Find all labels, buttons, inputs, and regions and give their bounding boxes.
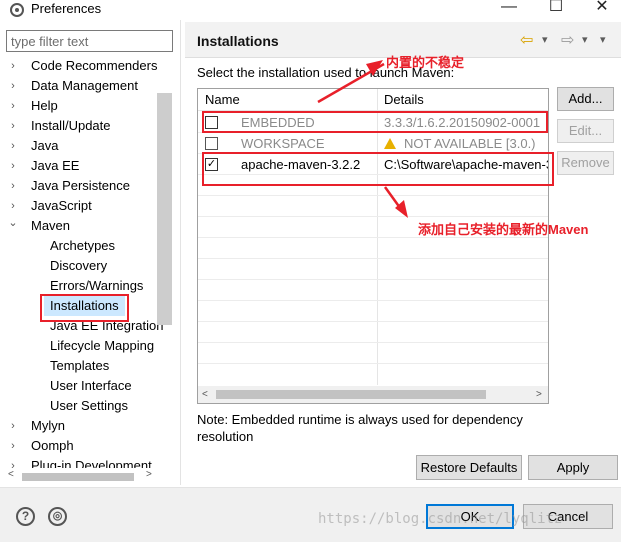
tree-item-label: Errors/Warnings <box>50 278 144 293</box>
chevron-right-icon[interactable]: › <box>8 456 18 468</box>
import-export-icon[interactable]: ◎ <box>48 507 67 526</box>
view-menu-icon[interactable]: ▾ <box>600 33 606 46</box>
title-bar: Preferences — ☐ ✕ <box>0 0 621 20</box>
scroll-thumb[interactable] <box>22 473 134 481</box>
installations-highlight-box <box>40 294 129 322</box>
installations-table: Name Details EMBEDDED 3.3.3/1.6.2.201509… <box>197 88 549 404</box>
chevron-down-icon[interactable]: ⌄ <box>8 213 18 233</box>
back-arrow-icon[interactable]: ⇦ <box>520 30 533 50</box>
tree-item-label: Lifecycle Mapping <box>50 338 155 353</box>
scroll-right-arrow-icon[interactable]: > <box>146 469 152 480</box>
minimize-button[interactable]: — <box>486 0 532 19</box>
tree-item-errors-warnings[interactable]: Errors/Warnings <box>50 276 143 296</box>
scroll-left-arrow-icon[interactable]: < <box>202 386 208 403</box>
table-row-empty <box>198 259 548 280</box>
table-row-empty <box>198 301 548 322</box>
tree-vertical-scrollbar[interactable] <box>157 93 172 325</box>
help-icon[interactable]: ? <box>16 507 35 526</box>
tree-item-user-interface[interactable]: User Interface <box>50 376 132 396</box>
tree-item-lifecycle-mapping[interactable]: Lifecycle Mapping <box>50 336 154 356</box>
scroll-left-arrow-icon[interactable]: < <box>8 469 14 480</box>
watermark-url: https://blog.csdn.net/lyqlitz <box>318 511 563 527</box>
chevron-right-icon[interactable]: › <box>8 136 18 156</box>
tree-item-label: Java <box>31 138 59 153</box>
tree-item-label: Archetypes <box>50 238 116 253</box>
edit-button[interactable]: Edit... <box>557 119 614 143</box>
chevron-right-icon[interactable]: › <box>8 116 18 136</box>
preference-tree: › Code Recommenders › Data Management › Hel… <box>6 56 173 468</box>
close-button[interactable]: ✕ <box>579 0 621 19</box>
page-title: Installations <box>197 33 279 49</box>
pane-divider[interactable] <box>180 20 181 485</box>
tree-horizontal-scrollbar[interactable]: < > <box>6 469 173 485</box>
chevron-right-icon[interactable]: › <box>8 436 18 456</box>
back-menu-chevron-icon[interactable]: ▾ <box>542 33 548 46</box>
window-title: Preferences <box>31 1 102 16</box>
table-row-empty <box>198 280 548 301</box>
chevron-right-icon[interactable]: › <box>8 156 18 176</box>
tree-item-label: Mylyn <box>31 418 65 433</box>
annotation-added-maven: 添加自己安装的最新的Maven <box>418 222 589 237</box>
row-details: NOT AVAILABLE [3.0.) <box>404 136 536 151</box>
eclipse-app-icon <box>10 3 24 17</box>
tree-item-label: Java Persistence <box>31 178 130 193</box>
tree-item-label: Data Management <box>31 78 138 93</box>
table-row-empty <box>198 343 548 364</box>
apply-button[interactable]: Apply <box>528 455 618 480</box>
row-checkbox[interactable] <box>205 137 218 150</box>
table-row-workspace[interactable]: WORKSPACE NOT AVAILABLE [3.0.) <box>198 133 548 154</box>
tree-item-user-settings[interactable]: User Settings <box>50 396 128 416</box>
chevron-right-icon[interactable]: › <box>8 416 18 436</box>
tree-item-label: Maven <box>31 218 71 233</box>
table-horizontal-scrollbar[interactable]: < > <box>198 386 548 403</box>
forward-arrow-icon[interactable]: ⇨ <box>561 30 574 50</box>
warning-icon <box>384 138 396 149</box>
forward-menu-chevron-icon[interactable]: ▾ <box>582 33 588 46</box>
table-row-empty <box>198 322 548 343</box>
restore-defaults-button[interactable]: Restore Defaults <box>416 455 522 480</box>
maximize-button[interactable]: ☐ <box>533 0 579 19</box>
tree-item-templates[interactable]: Templates <box>50 356 109 376</box>
apache-maven-highlight-box <box>202 152 554 186</box>
tree-item-label: Code Recommenders <box>31 58 158 73</box>
tree-item-label: Discovery <box>50 258 108 273</box>
filter-input[interactable] <box>6 30 173 52</box>
annotation-embedded-unstable: 内置的不稳定 <box>386 55 465 70</box>
chevron-right-icon[interactable]: › <box>8 56 18 76</box>
add-button[interactable]: Add... <box>557 87 614 111</box>
tree-item-discovery[interactable]: Discovery <box>50 256 107 276</box>
tree-item-label: Oomph <box>31 438 74 453</box>
tree-item-label: Plug-in Development <box>31 458 152 468</box>
tree-item-label: Install/Update <box>31 118 111 133</box>
tree-item-label: Java EE <box>31 158 80 173</box>
tree-item-label: User Interface <box>50 378 132 393</box>
chevron-right-icon[interactable]: › <box>8 96 18 116</box>
column-header-details[interactable]: Details <box>377 89 548 111</box>
column-header-name[interactable]: Name <box>198 89 377 111</box>
table-row-empty <box>198 238 548 259</box>
tree-item-label: Templates <box>50 358 110 373</box>
row-name: WORKSPACE <box>241 136 325 151</box>
tree-item-label: JavaScript <box>31 198 92 213</box>
remove-button[interactable]: Remove <box>557 151 614 175</box>
scroll-right-arrow-icon[interactable]: > <box>536 386 542 403</box>
chevron-right-icon[interactable]: › <box>8 76 18 96</box>
tree-item-archetypes[interactable]: Archetypes <box>50 236 115 256</box>
chevron-right-icon[interactable]: › <box>8 176 18 196</box>
table-row-empty <box>198 196 548 217</box>
tree-item-label: User Settings <box>50 398 129 413</box>
tree-item-label: Help <box>31 98 58 113</box>
row-details-wrap: NOT AVAILABLE [3.0.) <box>384 133 548 154</box>
scroll-thumb[interactable] <box>216 390 486 399</box>
embedded-highlight-box <box>202 111 548 133</box>
embedded-note: Note: Embedded runtime is always used fo… <box>197 412 523 444</box>
